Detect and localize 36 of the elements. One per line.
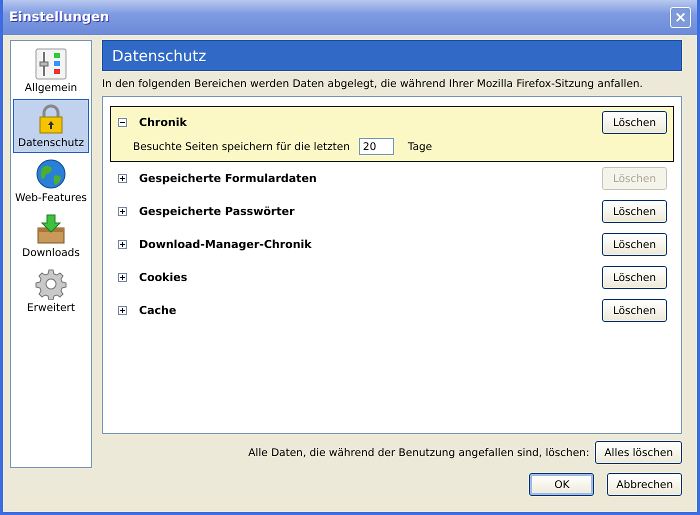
ok-button[interactable]: OK (529, 473, 594, 496)
sidebar-item[interactable]: Downloads (13, 209, 89, 263)
expand-icon[interactable] (118, 240, 127, 249)
clear-button[interactable]: Löschen (602, 266, 667, 289)
collapse-icon[interactable] (118, 118, 127, 127)
clear-all-label: Alle Daten, die während der Benutzung angefallen sind, löschen: (248, 446, 590, 458)
clear-all-button[interactable]: Alles löschen (595, 441, 682, 464)
expand-icon[interactable] (118, 207, 127, 216)
section-title: Gespeicherte Formulardaten (139, 172, 318, 185)
box-icon (35, 213, 67, 245)
section-title: Gespeicherte Passwörter (139, 205, 296, 218)
description: In den folgenden Bereichen werden Daten abgelegt, die während Ihrer Mozilla Firefox-Sitzung anfallen. (102, 78, 644, 90)
sidebar-item[interactable]: Web-Features (13, 154, 89, 208)
clear-button[interactable]: Löschen (602, 111, 667, 134)
sidebar-item[interactable]: Erweitert (13, 264, 89, 318)
days-field[interactable]: 20 (358, 138, 394, 155)
section-title: Cookies (139, 271, 188, 284)
sliders-icon (35, 48, 67, 80)
expand-icon[interactable] (118, 306, 127, 315)
expand-icon[interactable] (118, 273, 127, 282)
sidebar-item[interactable]: Allgemein (13, 44, 89, 98)
expand-icon[interactable] (118, 174, 127, 183)
panel-title: Datenschutz (112, 46, 206, 64)
field-label: Besuchte Seiten speichern für die letzten (133, 140, 350, 152)
gear-icon (35, 268, 67, 300)
clear-button[interactable]: Löschen (602, 200, 667, 223)
section-title: Cache (139, 304, 178, 317)
unit-label: Tage (408, 140, 432, 152)
globe-icon (35, 158, 67, 190)
section-title: Download-Manager-Chronik (139, 238, 313, 251)
clear-button[interactable]: Löschen (602, 233, 667, 256)
section-title: Chronik (139, 116, 188, 129)
window-title: Einstellungen (9, 10, 110, 25)
clear-button[interactable]: Löschen (602, 299, 667, 322)
sidebar-item[interactable]: Datenschutz (13, 99, 89, 153)
cancel-button[interactable]: Abbrechen (607, 473, 682, 496)
